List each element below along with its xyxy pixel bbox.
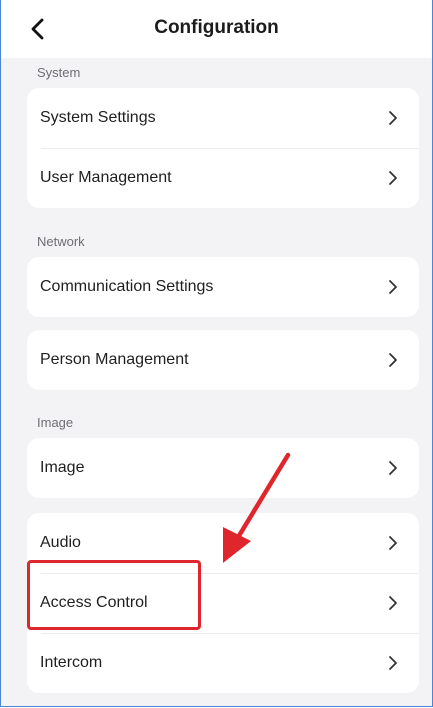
chevron-right-icon	[389, 280, 397, 294]
menu-item-label: Image	[40, 459, 85, 476]
menu-item-system-settings[interactable]: System Settings	[27, 88, 419, 148]
chevron-right-icon	[389, 461, 397, 475]
page-title: Configuration	[154, 17, 279, 38]
group-image: Image	[27, 438, 419, 498]
chevron-right-icon	[389, 656, 397, 670]
group-network: Communication Settings	[27, 257, 419, 317]
menu-item-label: Communication Settings	[40, 278, 214, 295]
chevron-right-icon	[389, 171, 397, 185]
chevron-right-icon	[389, 353, 397, 367]
menu-item-intercom[interactable]: Intercom	[27, 633, 419, 693]
group-audio-access-intercom: Audio Access Control Intercom	[27, 513, 419, 693]
menu-item-label: User Management	[40, 169, 172, 186]
section-label-system: System	[37, 65, 81, 80]
header-bar: Configuration	[1, 0, 432, 58]
menu-item-image[interactable]: Image	[27, 438, 419, 498]
group-system: System Settings User Management	[27, 88, 419, 208]
section-label-image: Image	[37, 415, 74, 430]
menu-item-label: Audio	[40, 534, 81, 551]
menu-item-person-management[interactable]: Person Management	[27, 330, 419, 390]
menu-item-label: System Settings	[40, 109, 156, 126]
chevron-right-icon	[389, 596, 397, 610]
menu-item-label: Person Management	[40, 351, 189, 368]
chevron-right-icon	[389, 111, 397, 125]
menu-item-access-control[interactable]: Access Control	[27, 573, 419, 633]
group-person: Person Management	[27, 330, 419, 390]
menu-item-communication-settings[interactable]: Communication Settings	[27, 257, 419, 317]
configuration-screen: Configuration System System Settings Use…	[0, 0, 433, 707]
menu-item-audio[interactable]: Audio	[27, 513, 419, 573]
section-label-network: Network	[37, 234, 85, 249]
chevron-right-icon	[389, 536, 397, 550]
menu-item-label: Access Control	[40, 594, 148, 611]
menu-item-label: Intercom	[40, 654, 103, 671]
menu-item-user-management[interactable]: User Management	[27, 148, 419, 208]
